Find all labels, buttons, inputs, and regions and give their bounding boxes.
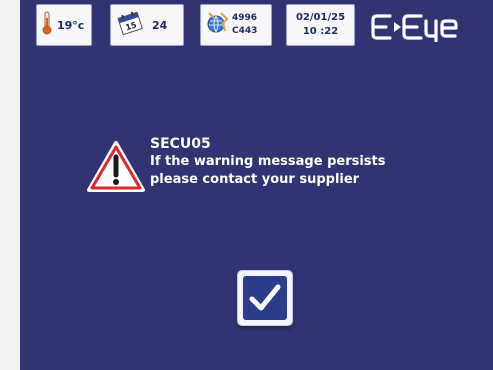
left-edge (0, 0, 20, 370)
thermometer-icon (42, 11, 52, 39)
warning-line-1: If the warning message persists (150, 154, 386, 169)
datetime-tile: 02/01/25 10 :22 (286, 4, 355, 46)
network-icon (206, 9, 230, 41)
network-id: 4996 (232, 13, 258, 23)
temperature-value: 19°c (57, 18, 85, 32)
warning-triangle-icon (86, 140, 146, 194)
device-screen: 19°c 15 24 4996 C443 02/01/25 10:22 SEC… (0, 0, 493, 370)
temperature-tile: 19°c (36, 4, 92, 46)
calendar-tile: 15 24 (110, 4, 184, 46)
confirm-button[interactable] (238, 271, 292, 325)
warning-message: SECU05 If the warning message persists p… (150, 135, 386, 189)
e-eye-logo (370, 12, 485, 43)
warning-code: SECU05 (150, 136, 211, 152)
calendar-value: 24 (152, 18, 168, 32)
network-code: C443 (232, 26, 258, 36)
warning-line-2: please contact your supplier (150, 172, 360, 187)
confirm-button-face (243, 276, 287, 320)
date-value: 02/01/25 (295, 12, 346, 23)
time-value: 10 :22 (302, 26, 339, 37)
calendar-icon: 15 (116, 10, 144, 40)
network-tile: 4996 C443 (200, 4, 272, 46)
checkmark-icon (249, 284, 281, 311)
